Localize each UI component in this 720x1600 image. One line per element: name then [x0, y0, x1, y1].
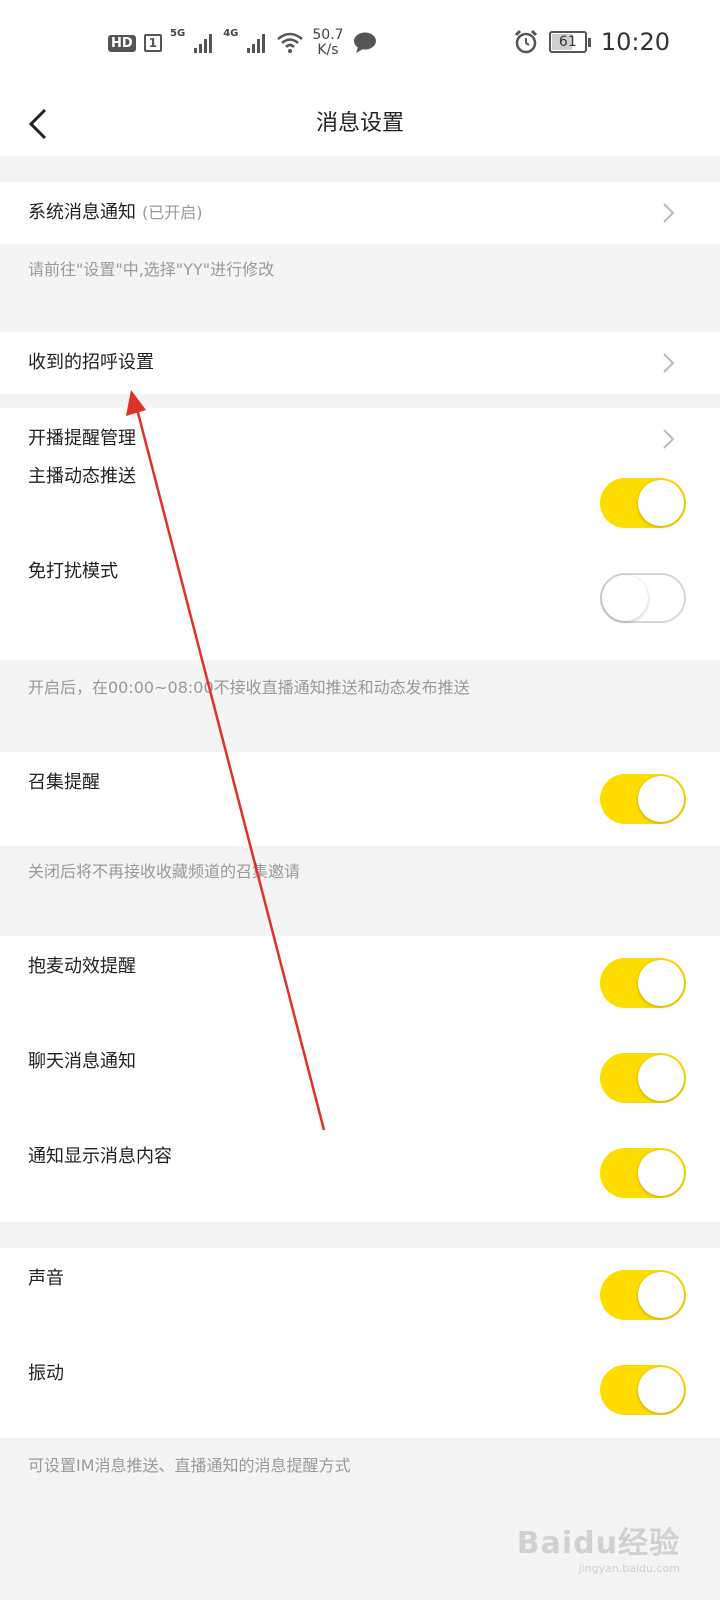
battery-tip	[587, 37, 591, 47]
vibrate-toggle[interactable]	[600, 1365, 686, 1415]
vibrate-label: 振动	[28, 1363, 64, 1384]
gather-hint: 关闭后将不再接收收藏频道的召集邀请	[28, 862, 301, 881]
system-notify-label-wrap: 系统消息通知 (已开启)	[28, 182, 203, 244]
mic-effect-row: 抱麦动效提醒	[0, 936, 720, 1031]
group-live: 开播提醒管理 主播动态推送 免打扰模式	[0, 408, 720, 660]
dnd-hint: 开启后，在00:00~08:00不接收直播通知推送和动态发布推送	[28, 678, 470, 697]
signal-5g-icon	[194, 34, 213, 53]
chat-notify-row: 聊天消息通知	[0, 1031, 720, 1126]
anchor-push-label: 主播动态推送	[28, 466, 136, 487]
mic-effect-label: 抱麦动效提醒	[28, 956, 136, 977]
dnd-mode-toggle[interactable]	[600, 573, 686, 623]
chat-notify-toggle[interactable]	[600, 1053, 686, 1103]
alarm-icon	[514, 29, 537, 54]
watermark-sub: jingyan.baidu.com	[578, 1562, 680, 1575]
battery-indicator: 61	[548, 31, 591, 53]
page-title: 消息设置	[315, 111, 404, 136]
sim-badge: 1	[143, 34, 163, 52]
back-button[interactable]	[14, 98, 62, 150]
gather-remind-row: 召集提醒	[0, 752, 720, 847]
status-right: 61 10:20	[513, 28, 670, 56]
sound-label: 声音	[28, 1268, 64, 1289]
clock: 10:20	[600, 28, 670, 56]
toggle-knob	[638, 480, 684, 526]
anchor-push-row: 主播动态推送	[0, 466, 720, 565]
back-arrow-icon	[28, 108, 47, 140]
system-notify-status: (已开启)	[142, 203, 203, 222]
remind-hint: 可设置IM消息推送、直播通知的消息提醒方式	[28, 1456, 351, 1475]
dnd-mode-label: 免打扰模式	[28, 561, 118, 582]
greeting-label: 收到的招呼设置	[28, 352, 154, 373]
chevron-right-icon	[663, 429, 675, 449]
toggle-knob	[638, 776, 684, 822]
group-sound: 声音 振动	[0, 1248, 720, 1438]
sound-toggle[interactable]	[600, 1270, 686, 1320]
speed-value: 50.7	[312, 27, 344, 43]
nav-bar: 消息设置	[0, 92, 720, 156]
system-notify-row[interactable]: 系统消息通知 (已开启)	[0, 182, 720, 244]
chevron-right-icon	[663, 353, 675, 373]
status-left: HD 1 5G 4G 50.7 K/s	[108, 28, 378, 58]
battery-body: 61	[548, 31, 587, 53]
chat-notify-label: 聊天消息通知	[28, 1051, 136, 1072]
group-system: 系统消息通知 (已开启)	[0, 182, 720, 244]
mic-effect-toggle[interactable]	[600, 958, 686, 1008]
gather-remind-toggle[interactable]	[600, 774, 686, 824]
show-content-label: 通知显示消息内容	[28, 1146, 172, 1167]
chevron-right-icon	[663, 203, 675, 223]
group-chat: 抱麦动效提醒 聊天消息通知 通知显示消息内容	[0, 936, 720, 1222]
baidu-watermark: Baidu经验 jingyan.baidu.com	[517, 1518, 680, 1575]
toggle-knob	[602, 575, 648, 621]
system-hint: 请前往"设置"中,选择"YY"进行修改	[28, 260, 275, 279]
show-content-toggle[interactable]	[600, 1148, 686, 1198]
message-bubble-icon	[353, 32, 376, 53]
greeting-row[interactable]: 收到的招呼设置	[0, 332, 720, 394]
signal-4g-icon	[247, 34, 266, 53]
watermark-main: Baidu经验	[516, 1526, 680, 1561]
speed-unit: K/s	[317, 42, 339, 58]
system-notify-label: 系统消息通知	[28, 202, 136, 223]
group-gather: 召集提醒	[0, 752, 720, 846]
toggle-knob	[638, 1367, 684, 1413]
toggle-knob	[638, 1150, 684, 1196]
sound-row: 声音	[0, 1248, 720, 1343]
network-5g-label: 5G	[170, 28, 186, 39]
group-greeting: 收到的招呼设置	[0, 332, 720, 394]
hd-badge: HD	[108, 34, 136, 52]
vibrate-row: 振动	[0, 1343, 720, 1438]
gather-remind-label: 召集提醒	[28, 772, 100, 793]
battery-level: 61	[558, 34, 577, 50]
network-speed: 50.7 K/s	[312, 28, 343, 58]
wifi-icon	[277, 32, 304, 53]
toggle-knob	[638, 960, 684, 1006]
toggle-knob	[638, 1272, 684, 1318]
toggle-knob	[638, 1055, 684, 1101]
dnd-mode-row: 免打扰模式	[0, 561, 720, 660]
status-bar: HD 1 5G 4G 50.7 K/s 61 10:20	[0, 0, 720, 92]
network-4g-label: 4G	[223, 28, 239, 39]
show-content-row: 通知显示消息内容	[0, 1126, 720, 1221]
anchor-push-toggle[interactable]	[600, 478, 686, 528]
